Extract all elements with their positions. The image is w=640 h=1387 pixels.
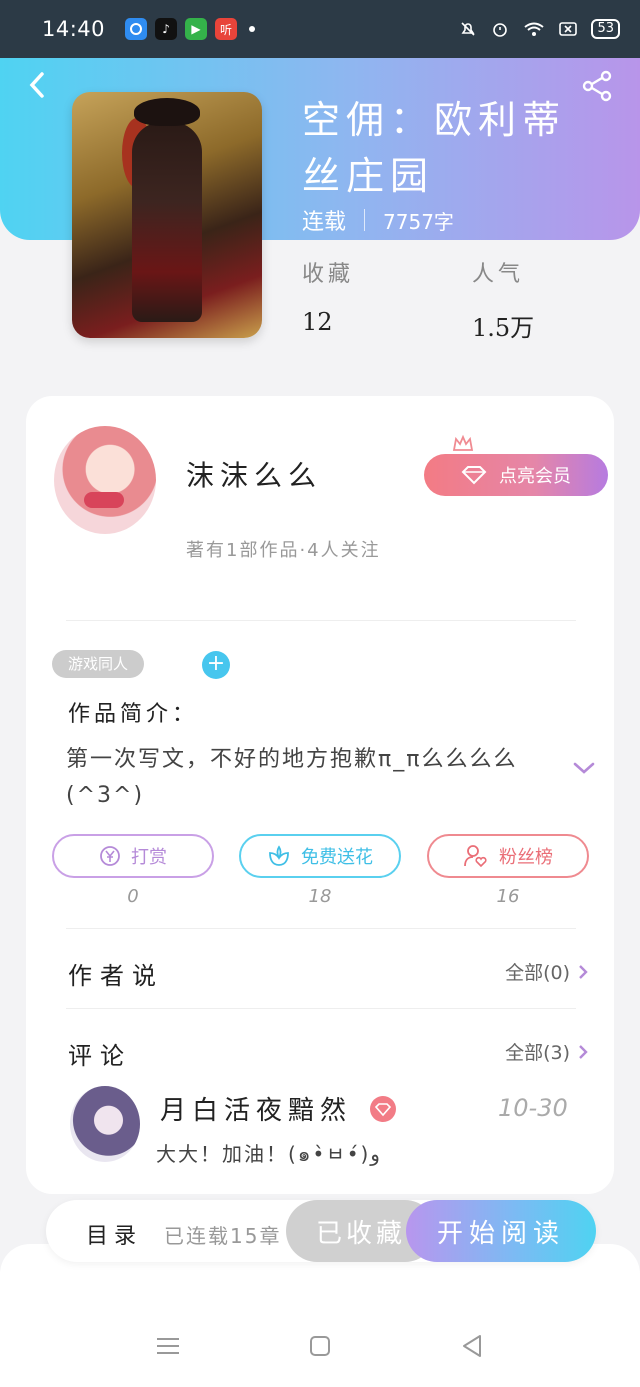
book-status: 连载 [302, 210, 347, 235]
author-summary: 著有1部作品·4人关注 [186, 540, 381, 561]
tip-button-label: 打赏 [131, 847, 167, 868]
flower-count: 18 [308, 886, 332, 907]
alarm-icon [493, 23, 508, 37]
toc-button[interactable]: 目录 [86, 1218, 142, 1250]
play-app-icon: ▶ [185, 18, 208, 40]
comments-all-label: 全部(3) [505, 1042, 570, 1064]
chapter-count: 已连载15章 [164, 1224, 282, 1248]
comments-label: 评论 [68, 1042, 132, 1070]
home-nav-icon[interactable] [306, 1332, 334, 1360]
stat-value: 12 [302, 308, 333, 336]
send-flower-label: 免费送花 [301, 847, 373, 868]
back-nav-icon[interactable] [458, 1332, 486, 1360]
book-detail-card: 沫沫么么 点亮会员 著有1部作品·4人关注 游戏同人 + 作品简介： 第一次写文… [26, 396, 614, 1194]
tip-button[interactable]: 打赏 [52, 834, 214, 878]
book-cover-image[interactable] [72, 92, 262, 338]
comment-text: 大大！加油！(๑•̀ㅂ•́)و [156, 1142, 380, 1166]
send-flower-button[interactable]: 免费送花 [239, 834, 401, 878]
commenter-avatar[interactable] [70, 1086, 140, 1162]
expand-chevron-icon[interactable] [572, 760, 596, 776]
genre-tag[interactable]: 游戏同人 [52, 650, 145, 678]
status-bar: 14:40 ♪ ▶ 听 53 [0, 0, 640, 58]
status-time: 14:40 [42, 17, 106, 41]
fans-count: 16 [496, 886, 520, 907]
stat-label: 收藏 [302, 262, 355, 287]
tiktok-app-icon: ♪ [155, 18, 178, 40]
notification-dot-icon [249, 26, 256, 32]
divider [66, 928, 576, 929]
wifi-icon [524, 22, 545, 36]
sim-x-icon [559, 22, 578, 36]
bottom-action-bar: 目录 已连载15章 已收藏 开始阅读 [46, 1200, 596, 1262]
flower-icon [269, 845, 289, 866]
battery-indicator: 53 [591, 19, 620, 39]
back-button[interactable] [24, 70, 54, 100]
yen-coin-icon [100, 846, 120, 866]
author-name[interactable]: 沫沫么么 [186, 454, 322, 494]
browser-app-icon [125, 18, 148, 40]
tip-count: 0 [127, 886, 139, 907]
add-tag-button[interactable]: + [202, 651, 230, 679]
book-meta: 连载 7757字 [302, 204, 454, 236]
cover-figure [132, 122, 202, 322]
avatar-bow [84, 492, 124, 508]
user-heart-icon [464, 845, 487, 868]
book-title: 空佣：欧利蒂丝庄园 [302, 98, 567, 198]
word-count: 7757字 [383, 209, 454, 234]
stat-favorites: 收藏 12 [302, 256, 354, 336]
intro-label: 作品简介： [68, 702, 199, 727]
mute-bell-icon [461, 22, 476, 36]
comment-date: 10-30 [498, 1094, 568, 1122]
cover-figure-hat [134, 98, 200, 126]
crown-icon [452, 434, 474, 451]
vip-badge-icon [370, 1096, 396, 1122]
chevron-right-icon [579, 1044, 588, 1059]
divider [66, 620, 576, 621]
comments-all-link[interactable]: 全部(3) [505, 1038, 588, 1065]
stat-popularity: 人气 1.5万 [472, 256, 534, 343]
stat-value: 1.5万 [472, 314, 535, 342]
listen-app-icon: 听 [215, 18, 238, 40]
meta-divider [364, 209, 366, 231]
diamond-icon [461, 466, 487, 485]
divider [66, 1008, 576, 1009]
author-avatar[interactable] [54, 426, 156, 534]
author-says-all-label: 全部(0) [505, 962, 570, 984]
chevron-right-icon [579, 964, 588, 979]
fans-rank-button[interactable]: 粉丝榜 [427, 834, 589, 878]
status-right: 53 [459, 19, 620, 39]
start-reading-button[interactable]: 开始阅读 [406, 1200, 596, 1262]
fans-rank-label: 粉丝榜 [499, 847, 553, 868]
vip-button-label: 点亮会员 [499, 466, 571, 487]
navigation-bar [0, 1244, 640, 1387]
chevron-left-icon [29, 72, 44, 98]
stat-label: 人气 [472, 262, 525, 287]
intro-text: 第一次写文，不好的地方抱歉π_π么么么么(^3^) [66, 747, 518, 808]
author-says-label: 作者说 [68, 962, 164, 990]
menu-nav-icon[interactable] [154, 1332, 182, 1360]
vip-button[interactable]: 点亮会员 [424, 454, 608, 496]
commenter-name[interactable]: 月白活夜黯然 [160, 1090, 352, 1127]
author-says-all-link[interactable]: 全部(0) [505, 958, 588, 985]
status-app-icons: ♪ ▶ 听 [125, 18, 256, 40]
